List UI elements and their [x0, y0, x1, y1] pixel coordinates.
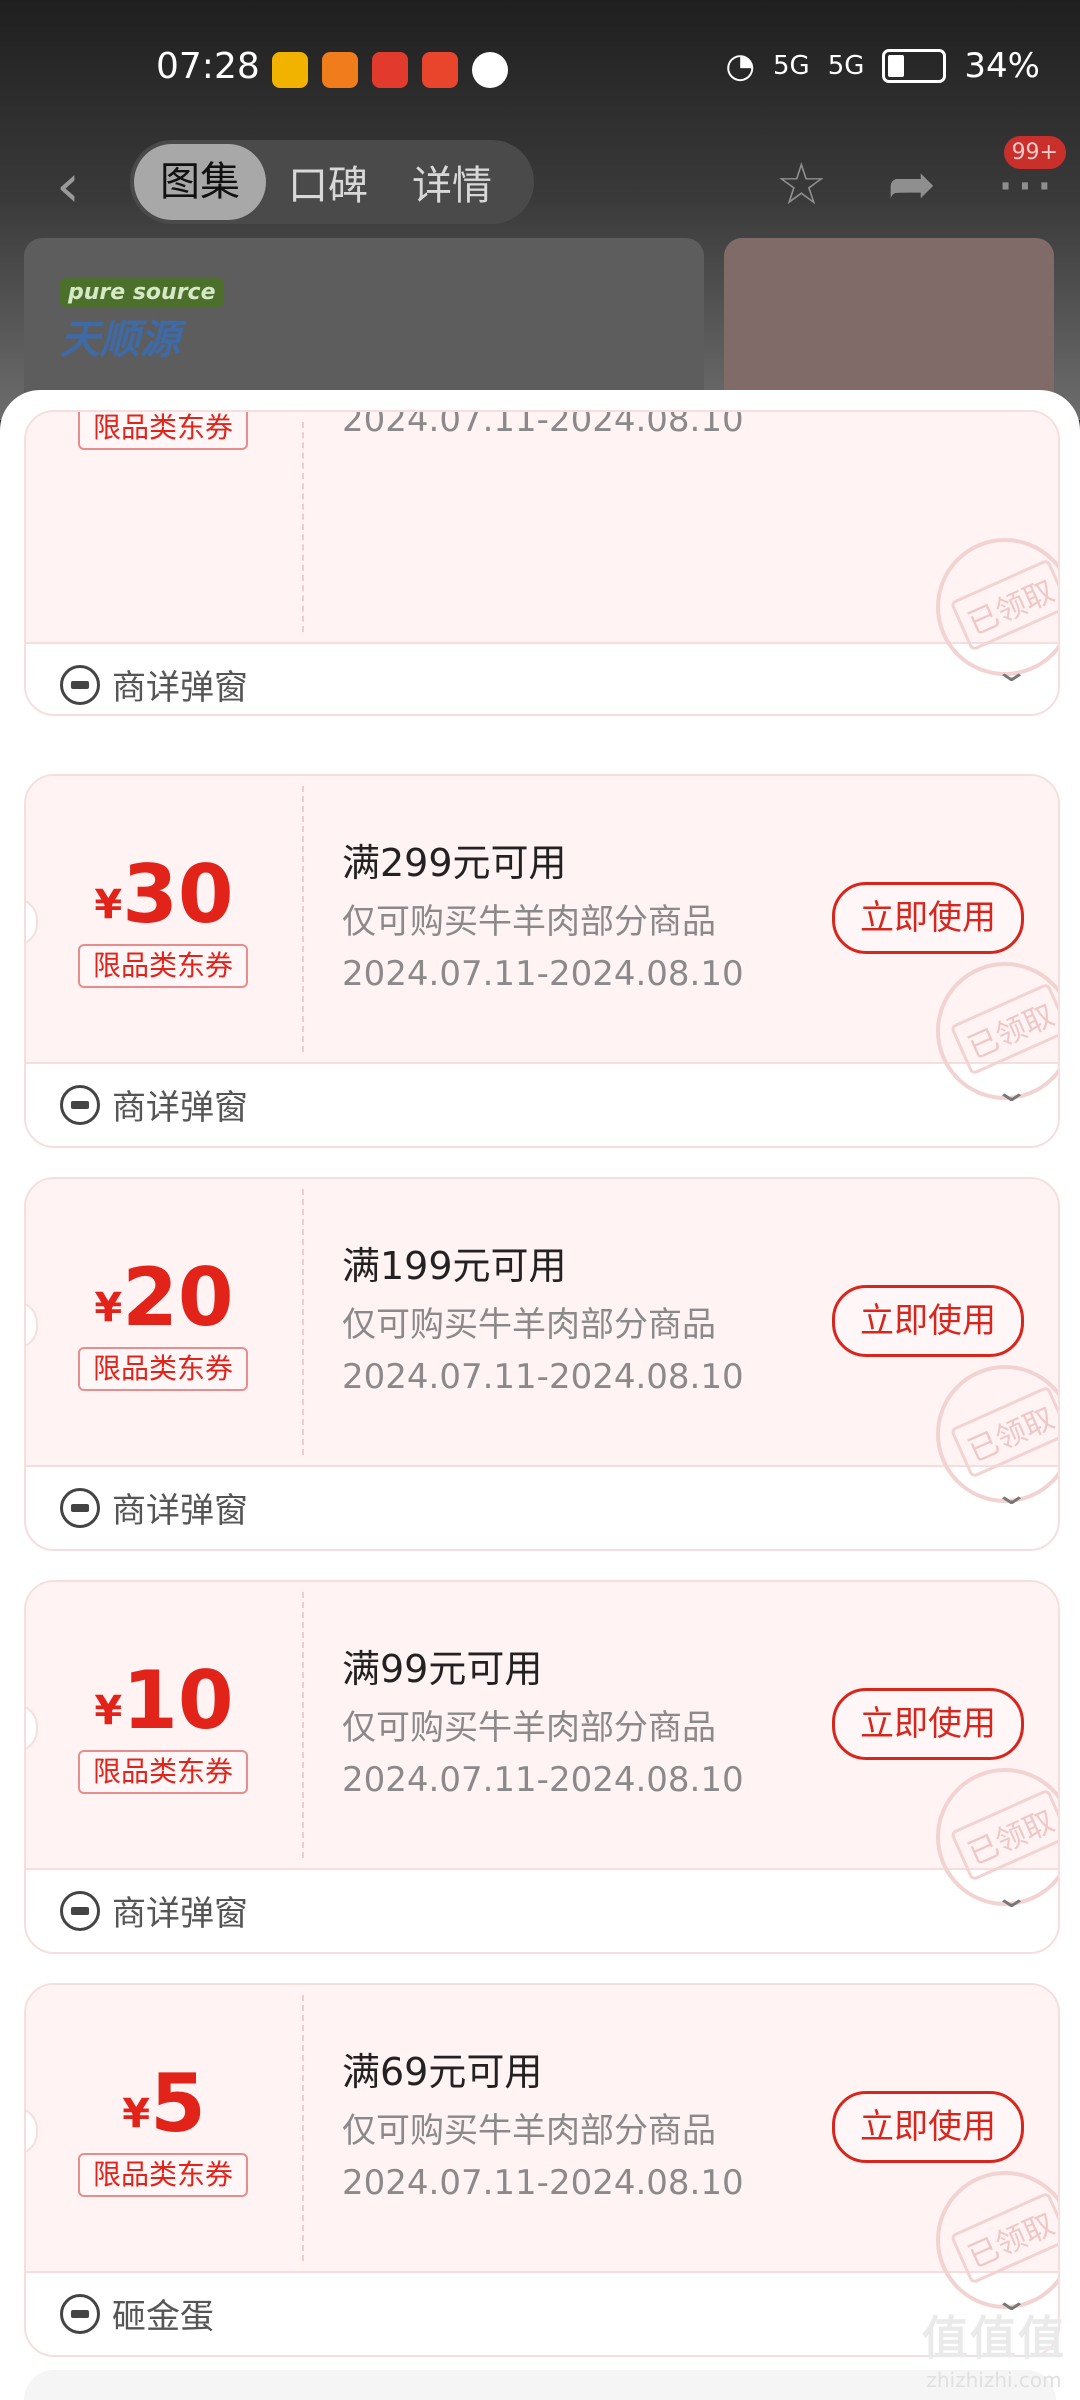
coupon-condition: 满299元可用 [342, 841, 567, 885]
battery-icon [882, 49, 947, 83]
coupon-source: 商详弹窗 [60, 1483, 248, 1532]
coupon-amount: ¥10 [94, 1654, 234, 1747]
use-now-button[interactable]: 立即使用 [832, 882, 1024, 954]
coupon-source-icon [60, 1084, 100, 1125]
coupon-condition: 满99元可用 [342, 1647, 543, 1691]
coupon-date: 2024.07.11-2024.08.10 [342, 1760, 744, 1800]
coupon-tag: 限品类东券 [78, 1347, 248, 1391]
top-nav: ‹ 图集 口碑 详情 ☆ ➦ ⋯ 99+ [0, 136, 1080, 230]
tab-details[interactable]: 详情 [390, 153, 514, 211]
coupon-amount: ¥30 [94, 848, 234, 941]
coupon-card: ¥20 限品类东券 满199元可用 仅可购买牛羊肉部分商品 2024.07.11… [24, 1177, 1060, 1551]
coupon-sheet: 优惠 限品类东券 2024.07.11-2024.08.10 已领取 商详弹窗 … [0, 390, 1080, 2400]
coupon-source: 商详弹窗 [60, 660, 248, 709]
signal-icon: 5G [773, 51, 810, 81]
coupon-tag: 限品类东券 [78, 2153, 248, 2197]
notification-icons [272, 52, 508, 88]
wifi-icon: ◔ [725, 46, 756, 86]
coupon-date: 2024.07.11-2024.08.10 [342, 2163, 744, 2203]
next-section-card [24, 2370, 1056, 2400]
coupon-source-icon [60, 1487, 100, 1528]
coupon-date: 2024.07.11-2024.08.10 [342, 1357, 744, 1397]
clock: 07:28 [156, 46, 260, 87]
coupon-source-icon [60, 664, 100, 705]
app-icon [322, 52, 358, 88]
coupon-scope: 仅可购买牛羊肉部分商品 [342, 2111, 716, 2151]
tab-reviews[interactable]: 口碑 [266, 153, 390, 211]
coupon-condition: 满199元可用 [342, 1244, 567, 1288]
chevron-down-icon[interactable]: ⌄ [993, 1880, 1031, 1915]
coupon-card: 限品类东券 2024.07.11-2024.08.10 已领取 商详弹窗 ⌄ [24, 410, 1060, 716]
coupon-card: ¥30 限品类东券 满299元可用 仅可购买牛羊肉部分商品 2024.07.11… [24, 774, 1060, 1148]
use-now-button[interactable]: 立即使用 [832, 1285, 1024, 1357]
coupon-amount: ¥20 [94, 1251, 234, 1344]
coupon-amount: ¥5 [122, 2057, 206, 2150]
coupon-source-icon [60, 1890, 100, 1931]
battery-percent: 34% [964, 46, 1040, 86]
coupon-tag: 限品类东券 [78, 412, 248, 450]
chevron-down-icon[interactable]: ⌄ [993, 654, 1031, 689]
signal-icon: 5G [827, 51, 865, 81]
watermark: 值值值 zhizhizhi.com [922, 2311, 1066, 2392]
coupon-scope: 仅可购买牛羊肉部分商品 [342, 1305, 716, 1345]
wechat-icon [472, 52, 508, 88]
coupon-condition: 满69元可用 [342, 2050, 543, 2094]
app-icon [372, 52, 408, 88]
tab-bar: 图集 口碑 详情 [130, 140, 534, 224]
share-icon[interactable]: ➦ [887, 150, 936, 218]
coupon-tag: 限品类东券 [78, 944, 248, 988]
coupon-source-icon [60, 2293, 100, 2334]
use-now-button[interactable]: 立即使用 [832, 1688, 1024, 1760]
coupon-scope: 仅可购买牛羊肉部分商品 [342, 1708, 716, 1748]
coupon-source: 砸金蛋 [60, 2289, 214, 2338]
system-status: ◔ 5G 5G 34% [725, 46, 1040, 86]
weibo-icon [272, 52, 308, 88]
status-bar: 07:28 ◔ 5G 5G 34% [0, 0, 1080, 140]
chevron-down-icon[interactable]: ⌄ [993, 1477, 1031, 1512]
star-icon[interactable]: ☆ [775, 150, 827, 218]
message-badge: 99+ [1003, 136, 1066, 169]
coupon-card: ¥5 限品类东券 满69元可用 仅可购买牛羊肉部分商品 2024.07.11-2… [24, 1983, 1060, 2357]
coupon-tag: 限品类东券 [78, 1750, 248, 1794]
app-icon [422, 52, 458, 88]
coupon-date: 2024.07.11-2024.08.10 [342, 410, 744, 440]
brand-logo: pure source 天顺源 [60, 278, 224, 365]
back-icon[interactable]: ‹ [56, 156, 80, 216]
coupon-date: 2024.07.11-2024.08.10 [342, 954, 744, 994]
coupon-source: 商详弹窗 [60, 1080, 248, 1129]
use-now-button[interactable]: 立即使用 [832, 2091, 1024, 2163]
chevron-down-icon[interactable]: ⌄ [993, 1074, 1031, 1109]
coupon-source: 商详弹窗 [60, 1886, 248, 1935]
coupon-card: ¥10 限品类东券 满99元可用 仅可购买牛羊肉部分商品 2024.07.11-… [24, 1580, 1060, 1954]
coupon-scope: 仅可购买牛羊肉部分商品 [342, 902, 716, 942]
tab-gallery[interactable]: 图集 [134, 144, 266, 220]
